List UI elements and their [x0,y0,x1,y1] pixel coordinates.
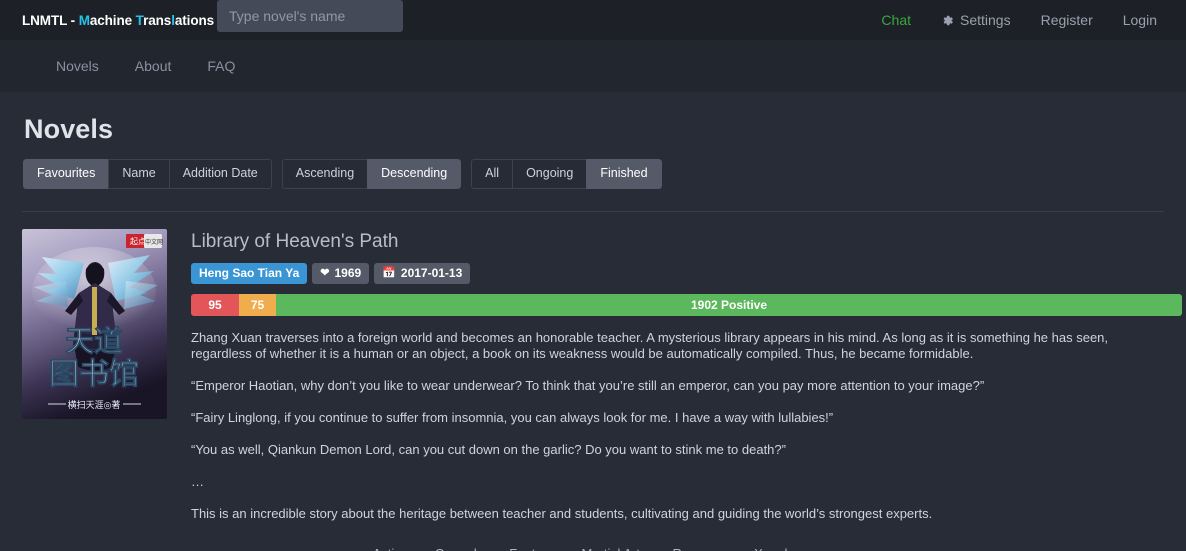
badge-favourites: ❤ 1969 [312,263,370,284]
filter-group-sort-order: Ascending Descending [281,159,462,189]
genre-label: Xuanhuan [754,546,813,551]
novel-details: Library of Heaven's Path Heng Sao Tian Y… [167,229,1182,522]
genre-label: Action [373,546,409,551]
subnav-item-novels[interactable]: Novels [38,58,117,74]
gear-icon [941,14,954,27]
subnav-item-label: Novels [56,58,99,74]
description-paragraph: “Emperor Haotian, why don’t you like to … [191,378,985,393]
filter-button-descending[interactable]: Descending [367,159,462,189]
novel-entry: 起点 中文网 天道 图书馆 横扫天涯◎著 Library of Heaven's… [22,212,1182,522]
nav-link-label: Chat [881,12,911,28]
description-paragraph: “You as well, Qiankun Demon Lord, can yo… [191,442,786,457]
genre-link-comedy[interactable]: Comedy [422,546,496,551]
rating-neutral: 75 [239,294,276,316]
rating-positive: 1902 Positive [276,294,1182,316]
page-title: Novels [24,114,114,144]
rating-negative: 95 [191,294,239,316]
svg-text:起点: 起点 [130,237,146,246]
novel-title-link[interactable]: Library of Heaven's Path [191,231,398,252]
genre-label: Romance [672,546,728,551]
nav-link-login[interactable]: Login [1108,0,1172,40]
filter-group-status: All Ongoing Finished [471,159,662,189]
filter-toolbar: Favourites Name Addition Date Ascending Desc… [23,159,1164,189]
site-logo-part-4: rans [143,12,172,28]
genre-link-martial-arts[interactable]: Martial Arts [568,546,659,551]
nav-link-label: Register [1040,12,1093,28]
rating-bar: 95 75 1902 Positive [191,294,1182,316]
nav-link-settings[interactable]: Settings [926,0,1026,40]
genre-list: Action Comedy Fantasy Martial Arts Romance Xu… [22,546,1164,551]
novel-badges: Heng Sao Tian Ya ❤ 1969 📅 2017-01-13 [191,263,1164,284]
calendar-icon: 📅 [382,266,396,279]
filter-button-ascending[interactable]: Ascending [281,159,368,189]
site-logo-part-6: ations [174,12,215,28]
nav-link-label: Settings [960,12,1011,28]
search-container [217,0,403,32]
genre-link-action[interactable]: Action [360,546,422,551]
filter-button-finished[interactable]: Finished [586,159,662,189]
top-nav-links: Chat Settings Register Login [866,0,1172,40]
site-logo-part-2: achine [89,12,136,28]
nav-link-register[interactable]: Register [1026,0,1108,40]
subnav-item-faq[interactable]: FAQ [189,58,253,74]
svg-text:横扫天涯◎著: 横扫天涯◎著 [68,399,121,411]
filter-button-addition-date[interactable]: Addition Date [168,159,272,189]
genre-link-fantasy[interactable]: Fantasy [496,546,568,551]
search-input[interactable] [217,0,403,32]
page-content: Novels Favourites Name Addition Date Ascend… [0,114,1186,551]
filter-button-name[interactable]: Name [108,159,169,189]
top-navbar: LNMTL - Machine Translations ChatSetting… [0,0,1186,40]
rating-negative-label: 95 [208,298,222,312]
genre-label: Fantasy [509,546,555,551]
filter-button-favourites[interactable]: Favourites [23,159,109,189]
filter-group-sort-by: Favourites Name Addition Date [23,159,272,189]
nav-link-chat[interactable]: Chat [866,0,926,40]
site-logo[interactable]: LNMTL - Machine Translations [22,13,214,28]
nav-link-label: Login [1122,12,1157,28]
svg-text:中文网: 中文网 [145,238,163,246]
genre-label: Comedy [435,546,483,551]
novel-description: Zhang Xuan traverses into a foreign worl… [191,330,1164,522]
description-paragraph: This is an incredible story about the he… [191,506,933,521]
genre-link-romance[interactable]: Romance [659,546,741,551]
badge-addition-date: 📅 2017-01-13 [374,263,471,284]
filter-button-ongoing[interactable]: Ongoing [512,159,587,189]
rating-positive-label: 1902 Positive [690,298,768,312]
site-logo-part-3: T [135,12,144,28]
novel-cover-image[interactable]: 起点 中文网 天道 图书馆 横扫天涯◎著 [22,229,167,419]
description-paragraph: … [191,474,204,489]
novel-cover-container: 起点 中文网 天道 图书馆 横扫天涯◎著 [22,229,167,522]
rating-neutral-label: 75 [250,298,265,312]
secondary-navbar: Novels About FAQ [0,40,1186,92]
site-logo-part-1: M [78,12,90,28]
description-paragraph: “Fairy Linglong, if you continue to suff… [191,410,834,425]
badge-author[interactable]: Heng Sao Tian Ya [191,263,308,284]
subnav-item-label: FAQ [207,58,236,74]
badge-author-label: Heng Sao Tian Ya [199,266,300,280]
svg-text:天道: 天道 [65,324,123,358]
badge-addition-date-value: 2017-01-13 [400,266,463,280]
genre-link-xuanhuan[interactable]: Xuanhuan [741,546,826,551]
svg-text:图书馆: 图书馆 [49,357,139,392]
subnav-item-about[interactable]: About [117,58,190,74]
genre-label: Martial Arts [581,546,646,551]
heart-icon: ❤ [320,266,330,279]
subnav-item-label: About [134,58,172,74]
novel-title[interactable]: Library of Heaven's Path [191,231,1164,253]
description-paragraph: Zhang Xuan traverses into a foreign worl… [191,330,1109,361]
badge-favourites-count: 1969 [334,266,362,280]
site-logo-part-0: LNMTL - [22,12,79,28]
filter-button-all[interactable]: All [471,159,513,189]
